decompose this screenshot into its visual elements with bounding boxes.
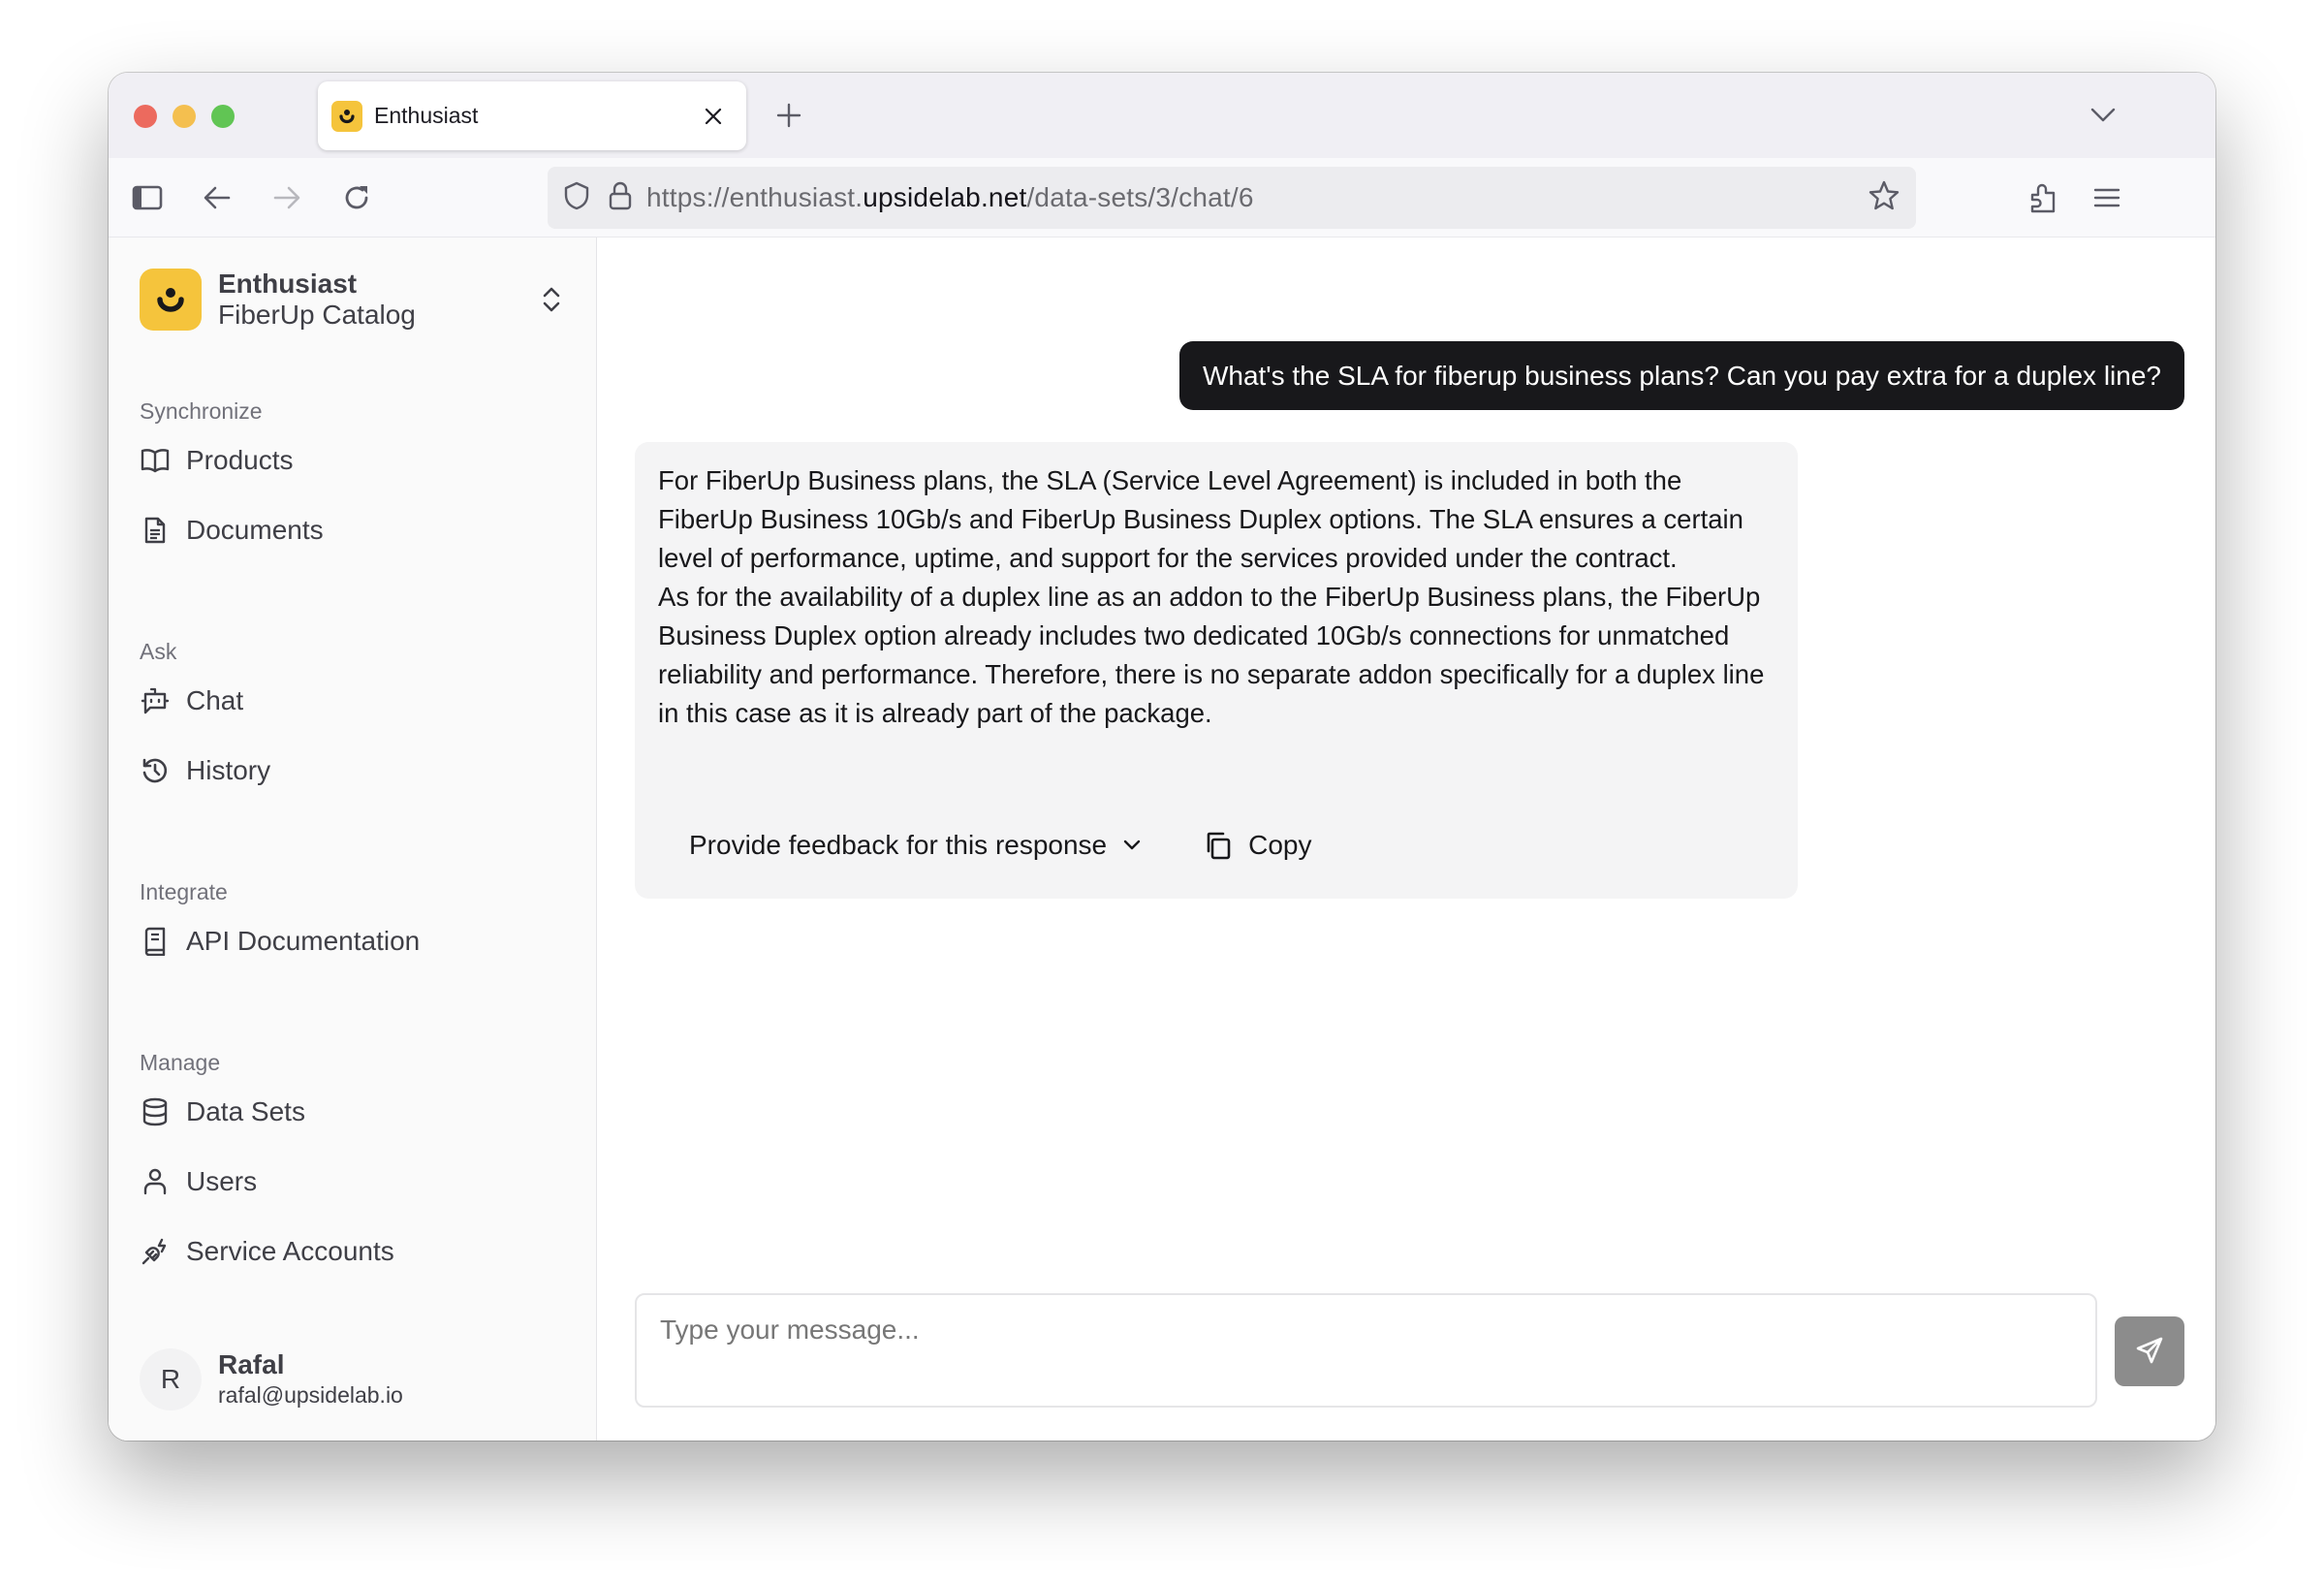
lock-icon[interactable] xyxy=(608,180,633,216)
arrow-left-icon[interactable] xyxy=(198,178,236,217)
app-name: Enthusiast xyxy=(218,269,358,299)
shield-icon[interactable] xyxy=(563,180,590,216)
user-email: rafal@upsidelab.io xyxy=(218,1382,403,1408)
sidebar-item-history[interactable]: History xyxy=(140,736,566,806)
feedback-dropdown[interactable]: Provide feedback for this response xyxy=(689,830,1142,861)
nav-item-label: Products xyxy=(186,445,294,475)
send-button[interactable] xyxy=(2115,1316,2184,1386)
star-icon[interactable] xyxy=(1868,179,1900,217)
sidebar-icon[interactable] xyxy=(128,178,167,217)
assistant-paragraph: For FiberUp Business plans, the SLA (Ser… xyxy=(658,465,1743,573)
nav-section-integrate: Integrate API Documentation xyxy=(140,877,566,976)
history-icon xyxy=(140,755,171,786)
assistant-message: For FiberUp Business plans, the SLA (Ser… xyxy=(635,442,1798,899)
tab-title: Enthusiast xyxy=(374,103,479,128)
sidebar-item-service-accounts[interactable]: Service Accounts xyxy=(140,1217,566,1286)
nav-section-label: Ask xyxy=(140,639,177,664)
nav-item-label: API Documentation xyxy=(186,926,421,956)
nav-item-label: Users xyxy=(186,1166,258,1196)
favicon-icon xyxy=(331,100,362,132)
chevron-down-icon xyxy=(1122,839,1142,852)
response-actions: Provide feedback for this response Copy xyxy=(689,830,1312,861)
chevron-down-icon[interactable] xyxy=(2086,98,2120,133)
user-icon xyxy=(140,1166,171,1197)
dataset-switcher[interactable]: Enthusiast FiberUp Catalog xyxy=(140,269,566,331)
bot-icon xyxy=(140,685,171,716)
url-text[interactable]: https://enthusiast.upsidelab.net/data-se… xyxy=(646,182,1868,213)
avatar: R xyxy=(140,1348,202,1410)
url-scheme: https://enthusiast. xyxy=(646,182,864,212)
nav-section-manage: Manage Data Sets Users Service Accounts xyxy=(140,1048,566,1286)
chevrons-up-down-icon[interactable] xyxy=(537,280,566,319)
close-icon[interactable] xyxy=(700,103,727,130)
reload-icon[interactable] xyxy=(337,178,376,217)
copy-label: Copy xyxy=(1248,830,1312,860)
database-icon xyxy=(140,1096,171,1127)
assistant-paragraph: As for the availability of a duplex line… xyxy=(658,582,1765,728)
hamburger-icon[interactable] xyxy=(2088,178,2126,217)
book-open-icon xyxy=(140,445,171,476)
sidebar-item-products[interactable]: Products xyxy=(140,426,566,495)
plus-icon[interactable] xyxy=(771,98,806,133)
sidebar-item-chat[interactable]: Chat xyxy=(140,666,566,736)
user-name: Rafal xyxy=(218,1349,285,1379)
app-content: Enthusiast FiberUp Catalog Synchronize P… xyxy=(109,238,2215,1441)
nav-item-label: Service Accounts xyxy=(186,1236,394,1266)
navigation-toolbar: https://enthusiast.upsidelab.net/data-se… xyxy=(109,158,2215,238)
sidebar: Enthusiast FiberUp Catalog Synchronize P… xyxy=(109,238,597,1441)
document-icon xyxy=(140,515,171,546)
sidebar-item-users[interactable]: Users xyxy=(140,1147,566,1217)
send-icon xyxy=(2134,1335,2165,1369)
sidebar-item-documents[interactable]: Documents xyxy=(140,495,566,565)
nav-section-ask: Ask Chat History xyxy=(140,637,566,806)
plug-icon xyxy=(140,1236,171,1267)
minimize-window-button[interactable] xyxy=(173,105,196,128)
message-input[interactable] xyxy=(637,1295,2095,1406)
sidebar-item-data-sets[interactable]: Data Sets xyxy=(140,1077,566,1147)
browser-tab[interactable]: Enthusiast xyxy=(318,81,746,150)
copy-icon xyxy=(1204,831,1233,860)
nav-section-synchronize: Synchronize Products Documents xyxy=(140,396,566,565)
copy-button[interactable]: Copy xyxy=(1204,830,1312,861)
nav-item-label: Data Sets xyxy=(186,1096,305,1126)
zoom-window-button[interactable] xyxy=(211,105,235,128)
feedback-label: Provide feedback for this response xyxy=(689,830,1108,860)
close-window-button[interactable] xyxy=(134,105,157,128)
message-composer xyxy=(635,1293,2097,1408)
enthusiast-logo-icon xyxy=(140,269,202,331)
nav-section-label: Integrate xyxy=(140,879,228,904)
user-message: What's the SLA for fiberup business plan… xyxy=(1178,341,2184,410)
url-host: upsidelab.net xyxy=(863,182,1027,212)
book-icon xyxy=(140,926,171,957)
nav-section-label: Synchronize xyxy=(140,398,263,424)
dataset-name: FiberUp Catalog xyxy=(218,300,416,330)
address-bar[interactable]: https://enthusiast.upsidelab.net/data-se… xyxy=(548,167,1916,229)
browser-window: Enthusiast https://enthusiast.upsidelab.… xyxy=(109,73,2215,1441)
puzzle-icon[interactable] xyxy=(2024,178,2062,217)
nav-section-label: Manage xyxy=(140,1050,221,1075)
nav-item-label: Documents xyxy=(186,515,324,545)
user-profile[interactable]: R Rafal rafal@upsidelab.io xyxy=(140,1348,403,1410)
url-path: /data-sets/3/chat/6 xyxy=(1026,182,1254,212)
sidebar-item-api-documentation[interactable]: API Documentation xyxy=(140,906,566,976)
tab-bar: Enthusiast xyxy=(109,73,2215,158)
chat-panel: What's the SLA for fiberup business plan… xyxy=(598,238,2215,1441)
arrow-right-icon[interactable] xyxy=(267,178,306,217)
nav-item-label: History xyxy=(186,755,271,785)
nav-item-label: Chat xyxy=(186,685,244,715)
